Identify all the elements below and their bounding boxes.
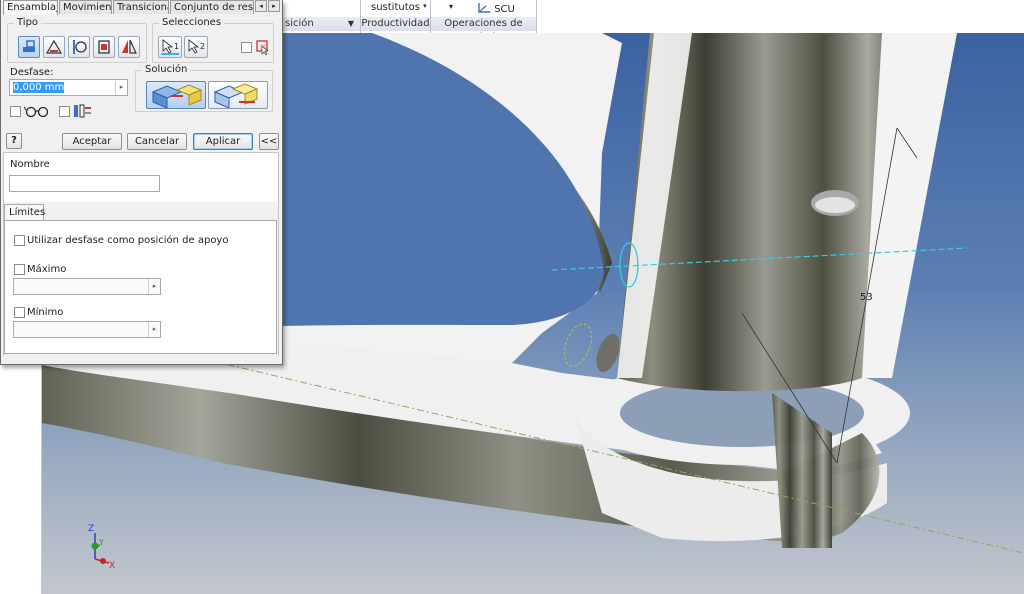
mate-icon [23, 40, 35, 52]
tab-conjunto-restricciones[interactable]: Conjunto de restricc [170, 0, 254, 14]
dimension-value: 53 [860, 292, 873, 303]
tab-scroll-left-icon[interactable]: ◂ [255, 0, 267, 12]
solucion-group: Solución [135, 64, 273, 112]
predict-offset-checkbox[interactable] [59, 106, 70, 117]
first-click-checkbox[interactable] [241, 42, 252, 53]
desfase-dropdown-icon[interactable]: ▸ [115, 80, 127, 95]
tab-movimiento[interactable]: Movimiento [59, 0, 112, 14]
axis-x-label: X [109, 561, 115, 571]
ribbon: sición ▼ sustitutos ▾ Productividad ▾ SC… [283, 0, 1024, 43]
ribbon-group-operaciones: ▾ SCU Operaciones de trabajo [431, 0, 536, 43]
aceptar-button[interactable]: Aceptar [62, 133, 122, 150]
nombre-input[interactable] [9, 175, 160, 192]
desfase-input[interactable]: 0,000 mm ▸ [9, 79, 128, 96]
selection-1-button[interactable]: 1 [158, 36, 182, 58]
aplicar-button[interactable]: Aplicar [193, 133, 253, 150]
position-label: sición [285, 18, 314, 29]
ribbon-group-position-label[interactable]: sición ▼ [283, 17, 360, 31]
browser-panel-strip [0, 365, 42, 594]
tab-limites[interactable]: Límites [4, 204, 45, 221]
axis-y-label: Y [98, 538, 104, 547]
minimo-input[interactable]: ▸ [13, 321, 161, 338]
scu-label: SCU [494, 4, 515, 15]
maximo-dropdown-icon[interactable]: ▸ [148, 279, 160, 294]
ucs-icon [478, 3, 490, 13]
insert-icon [98, 40, 110, 54]
scu-button[interactable]: SCU [477, 2, 515, 15]
group-productividad-label: Productividad [361, 17, 430, 31]
pick-part-icon[interactable] [256, 39, 270, 55]
maximo-label: Máximo [27, 264, 67, 275]
tipo-group: Tipo [7, 17, 147, 63]
tab-ensamblaje[interactable]: Ensamblaje [3, 0, 58, 15]
selection-2-label: 2 [200, 42, 206, 51]
limites-panel: Utilizar desfase como posición de apoyo … [4, 220, 277, 354]
utilizar-desfase-label: Utilizar desfase como posición de apoyo [27, 235, 229, 246]
ribbon-group-productividad: sustitutos ▾ Productividad [361, 0, 430, 33]
help-button[interactable]: ? [6, 133, 22, 149]
angle-constraint-button[interactable] [43, 36, 65, 58]
group-operaciones-label: Operaciones de trabajo [431, 17, 536, 43]
tipo-label: Tipo [14, 17, 42, 28]
solution-flush-button[interactable] [208, 81, 268, 109]
symmetry-constraint-button[interactable] [118, 36, 140, 58]
view-triad: Z Y X [88, 524, 115, 571]
tangent-constraint-button[interactable] [68, 36, 90, 58]
mate-constraint-button[interactable] [18, 36, 40, 58]
solucion-label: Solución [142, 64, 191, 75]
minimo-checkbox[interactable] [14, 307, 25, 318]
nombre-label: Nombre [10, 159, 50, 170]
sustitutos-button[interactable]: sustitutos ▾ [371, 2, 427, 13]
sustitutos-label: sustitutos [371, 2, 420, 13]
chevron-down-icon[interactable]: ▾ [449, 2, 453, 11]
collapse-button[interactable]: << [259, 133, 279, 150]
selection-2-button[interactable]: 2 [184, 36, 208, 58]
tab-transicional[interactable]: Transicional [113, 0, 169, 14]
selecciones-group: Selecciones 1 2 [152, 17, 274, 63]
extended-panel: Nombre Límites Utilizar desfase como pos… [3, 152, 279, 356]
cancelar-button[interactable]: Cancelar [127, 133, 187, 150]
mate-solution-icon [151, 84, 203, 109]
selecciones-label: Selecciones [159, 17, 225, 28]
help-icon: ? [11, 135, 17, 146]
ribbon-group-position: sición ▼ [283, 0, 360, 33]
selection-1-label: 1 [174, 42, 180, 51]
place-constraint-dialog: Ensamblaje Movimiento Transicional Conju… [0, 0, 283, 365]
axis-z-label: Z [88, 524, 94, 534]
predict-offset-icon [74, 104, 91, 118]
tab-scroll-right-icon[interactable]: ▸ [268, 0, 280, 12]
minimo-dropdown-icon[interactable]: ▸ [148, 322, 160, 337]
chevron-down-icon: ▾ [423, 2, 427, 10]
maximo-input[interactable]: ▸ [13, 278, 161, 295]
chevron-down-icon[interactable]: ▼ [348, 17, 354, 31]
desfase-label: Desfase: [10, 67, 54, 78]
angle-icon [45, 39, 63, 54]
flush-solution-icon [213, 83, 259, 109]
minimo-label: Mínimo [27, 307, 64, 318]
show-preview-checkbox[interactable] [10, 106, 21, 117]
insert-constraint-button[interactable] [93, 36, 115, 58]
limites-area: Límites Utilizar desfase como posición d… [4, 202, 278, 356]
dialog-tabs: Ensamblaje Movimiento Transicional Conju… [3, 0, 281, 15]
tangent-icon [73, 40, 87, 54]
utilizar-desfase-checkbox[interactable] [14, 235, 25, 246]
solution-mate-button[interactable] [146, 81, 206, 109]
desfase-value: 0,000 mm [13, 82, 65, 93]
symmetry-icon [122, 39, 137, 54]
maximo-checkbox[interactable] [14, 264, 25, 275]
glasses-icon [24, 106, 49, 118]
